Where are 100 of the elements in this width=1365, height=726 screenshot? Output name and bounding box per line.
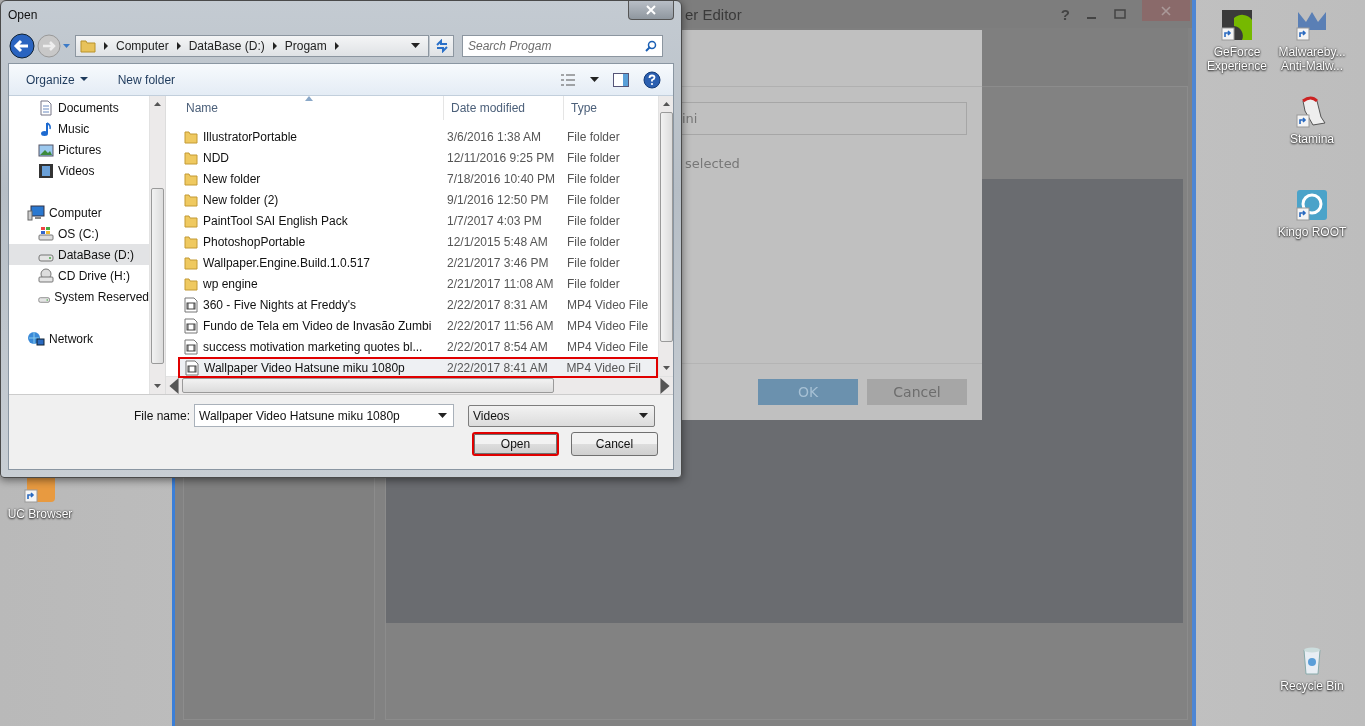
breadcrumb-item[interactable]: Progam (284, 39, 327, 53)
help-icon[interactable] (643, 70, 661, 89)
drive-icon (38, 253, 54, 262)
folder-icon (184, 150, 198, 165)
status-text: selected (685, 156, 740, 171)
date-modified: 12/11/2016 9:25 PM (446, 150, 556, 165)
organize-menu[interactable]: Organize (26, 72, 88, 87)
nav-item[interactable]: Documents (9, 97, 149, 118)
folder-icon (184, 171, 198, 186)
padlock-app-icon[interactable] (1295, 188, 1329, 222)
file-type-dropdown[interactable]: Videos (468, 404, 655, 427)
history-dropdown-icon[interactable] (62, 42, 71, 50)
nav-item[interactable]: DataBase (D:) (9, 244, 149, 265)
file-row[interactable]: Fundo de Tela em Video de Invasão Zumbi 2/22/2017 11:56 AM MP4 Video File (178, 315, 658, 336)
refresh-button[interactable] (430, 35, 454, 57)
open-button[interactable]: Open (472, 432, 559, 456)
address-bar[interactable]: Computer DataBase (D:) Progam (75, 35, 429, 57)
file-name-field[interactable]: Wallpaper Video Hatsune miku 1080p (194, 404, 454, 427)
date-modified: 2/22/2017 8:41 AM (445, 360, 549, 375)
dropdown-icon (411, 43, 420, 49)
close-button[interactable] (628, 1, 674, 20)
breadcrumb-item[interactable]: DataBase (D:) (188, 39, 265, 53)
date-modified: 2/21/2017 3:46 PM (446, 255, 550, 270)
breadcrumb-item[interactable]: Computer (116, 39, 169, 53)
nav-item[interactable]: Network (9, 328, 149, 349)
document-icon (38, 99, 54, 116)
chevron-icon (175, 42, 182, 50)
file-name: success motivation marketing quotes bl... (203, 339, 423, 354)
file-row[interactable]: New folder 7/18/2016 10:40 PM File folder (178, 168, 658, 189)
file-type: File folder (567, 150, 621, 165)
nav-item[interactable]: Pictures (9, 139, 149, 160)
file-row[interactable]: success motivation marketing quotes bl... 2/22/2017 8:54 AM MP4 Video File (178, 336, 658, 357)
hand-app-icon[interactable] (1295, 95, 1329, 129)
date-modified: 2/22/2017 11:56 AM (446, 318, 555, 333)
file-name: 360 - Five Nights at Freddy's (203, 297, 357, 312)
nav-item[interactable]: CD Drive (H:) (9, 265, 149, 286)
network-icon (27, 330, 45, 347)
file-row[interactable]: PaintTool SAI English Pack 1/7/2017 4:03 PM File folder (178, 210, 658, 231)
date-modified: 9/1/2016 12:50 PM (446, 192, 550, 207)
back-button[interactable] (8, 32, 36, 60)
graphics-app-icon[interactable] (1220, 8, 1254, 42)
search-field[interactable]: Search Progam (462, 35, 663, 57)
chevron-icon (271, 42, 278, 50)
system-drive-icon (38, 225, 54, 242)
scrollbar[interactable] (149, 96, 165, 394)
caret-icon (79, 77, 88, 82)
folder-icon (184, 129, 198, 144)
dropdown-icon (438, 412, 447, 419)
file-name: Fundo de Tela em Video de Invasão Zumbi (203, 318, 432, 333)
close-icon (1161, 5, 1171, 16)
folder-icon (184, 213, 198, 228)
column-header[interactable]: Type (564, 96, 656, 120)
file-type: File folder (567, 192, 621, 207)
file-row[interactable]: wp engine 2/21/2017 11:08 AM File folder (178, 273, 658, 294)
music-note-icon (38, 120, 54, 137)
file-type: File folder (567, 171, 621, 186)
column-header[interactable]: Date modified (444, 96, 564, 120)
desktop-icon-label[interactable]: Malwareby... Anti-Malw... (1278, 45, 1346, 73)
chevron-icon (333, 42, 340, 50)
close-icon (646, 5, 656, 15)
nav-item[interactable]: Music (9, 118, 149, 139)
date-modified: 2/21/2017 11:08 AM (446, 276, 555, 291)
file-name: Wallpaper Video Hatsune miku 1080p (204, 360, 405, 375)
file-type: MP4 Video File (567, 318, 650, 333)
file-type: MP4 Video File (567, 297, 650, 312)
dialog-title: Open (8, 8, 38, 22)
file-name: PaintTool SAI English Pack (203, 213, 348, 228)
date-modified: 12/1/2015 5:48 AM (446, 234, 549, 249)
window-title: er Editor (685, 5, 742, 23)
file-name: New folder (2) (203, 192, 279, 207)
file-row[interactable]: Wallpaper Video Hatsune miku 1080p 2/22/2017 8:41 AM MP4 Video Fil (178, 357, 658, 378)
nav-item[interactable]: OS (C:) (9, 223, 149, 244)
video-file-icon (185, 359, 199, 376)
file-type: File folder (567, 276, 621, 291)
file-row[interactable]: IllustratorPortable 3/6/2016 1:38 AM File folder (178, 126, 658, 147)
folder-icon (184, 255, 198, 270)
file-type: File folder (567, 213, 621, 228)
nav-item[interactable]: Videos (9, 160, 149, 181)
dropdown-icon[interactable] (590, 76, 599, 83)
disc-drive-icon (38, 267, 54, 284)
preview-pane-icon[interactable] (613, 72, 629, 87)
file-type: File folder (567, 234, 621, 249)
chevron-icon (103, 42, 109, 50)
file-name: Wallpaper.Engine.Build.1.0.517 (203, 255, 370, 270)
scrollbar[interactable] (658, 96, 673, 376)
drive-icon (38, 295, 51, 304)
file-row[interactable]: New folder (2) 9/1/2016 12:50 PM File folder (178, 189, 658, 210)
file-row[interactable]: PhotoshopPortable 12/1/2015 5:48 AM File folder (178, 231, 658, 252)
file-row[interactable]: 360 - Five Nights at Freddy's 2/22/2017 8:31 AM MP4 Video File (178, 294, 658, 315)
nav-item[interactable]: Computer (9, 202, 149, 223)
cancel-button[interactable]: Cancel (571, 432, 658, 456)
new-folder-button[interactable]: New folder (117, 72, 176, 87)
nav-item[interactable]: System Reserved (9, 286, 149, 307)
date-modified: 1/7/2017 4:03 PM (446, 213, 543, 228)
refresh-icon (434, 39, 449, 53)
field-label: File name: (132, 408, 191, 423)
file-row[interactable]: Wallpaper.Engine.Build.1.0.517 2/21/2017 3:46 PM File folder (178, 252, 658, 273)
file-row[interactable]: NDD 12/11/2016 9:25 PM File folder (178, 147, 658, 168)
search-icon (645, 40, 657, 52)
file-name: NDD (203, 150, 229, 165)
